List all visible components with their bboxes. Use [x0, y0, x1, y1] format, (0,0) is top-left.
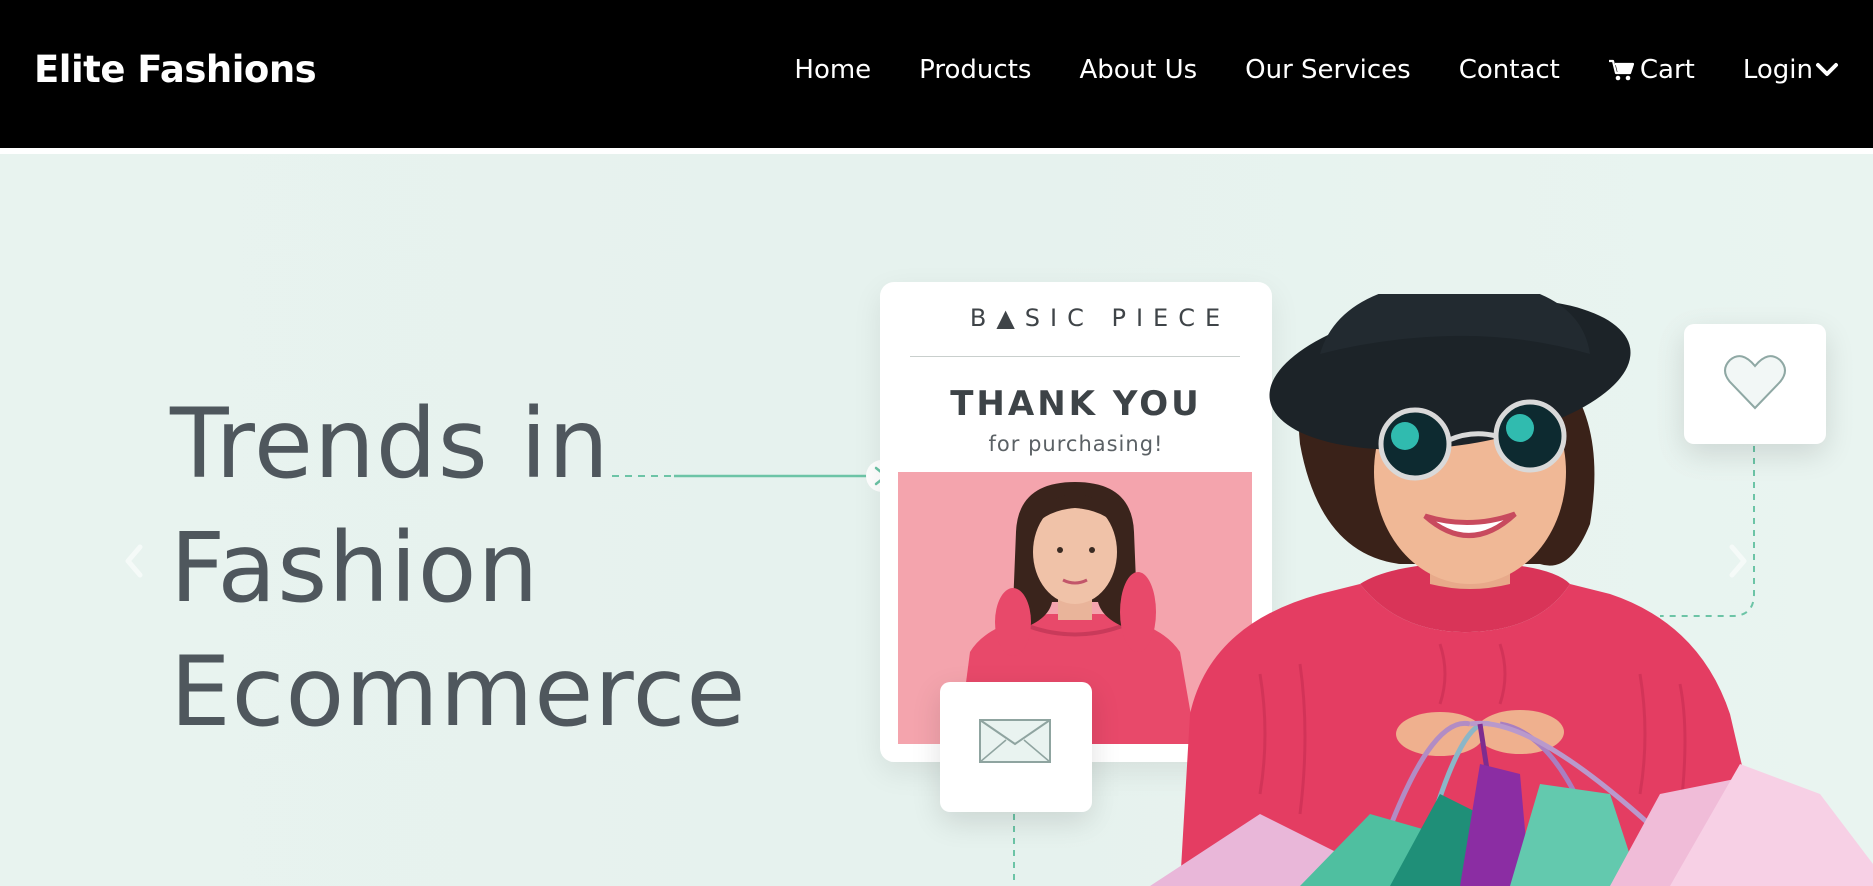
nav-about-link[interactable]: About Us — [1079, 55, 1197, 85]
nav-cart-link[interactable]: Cart — [1608, 55, 1695, 85]
hero-title-line-2: Fashion — [170, 512, 540, 624]
arrow-connector-icon — [612, 460, 898, 492]
top-navbar: Elite Fashions Home Products About Us Ou… — [0, 0, 1873, 148]
nav-products-link[interactable]: Products — [919, 55, 1031, 85]
nav-links: Home Products About Us Our Services Cont… — [794, 55, 1839, 85]
hero-title: Trends in Fashion Ecommerce — [170, 382, 746, 754]
mail-card — [940, 682, 1092, 812]
envelope-icon — [979, 719, 1051, 763]
nav-contact-link[interactable]: Contact — [1459, 55, 1560, 85]
nav-login-label: Login — [1742, 55, 1813, 85]
nav-home-link[interactable]: Home — [794, 55, 871, 85]
brand-logo[interactable]: Elite Fashions — [34, 48, 317, 91]
shopping-cart-icon — [1608, 59, 1634, 81]
hero-carousel: Trends in Fashion Ecommerce B▲SIC PIECE … — [0, 154, 1873, 886]
nav-login-dropdown[interactable]: Login — [1743, 55, 1839, 85]
chevron-left-icon[interactable] — [122, 541, 146, 581]
nav-cart-label: Cart — [1639, 55, 1695, 85]
chevron-down-icon — [1816, 63, 1838, 76]
shopping-woman-illustration — [1150, 294, 1873, 886]
nav-services-link[interactable]: Our Services — [1245, 55, 1411, 85]
hero-title-line-3: Ecommerce — [170, 636, 747, 748]
